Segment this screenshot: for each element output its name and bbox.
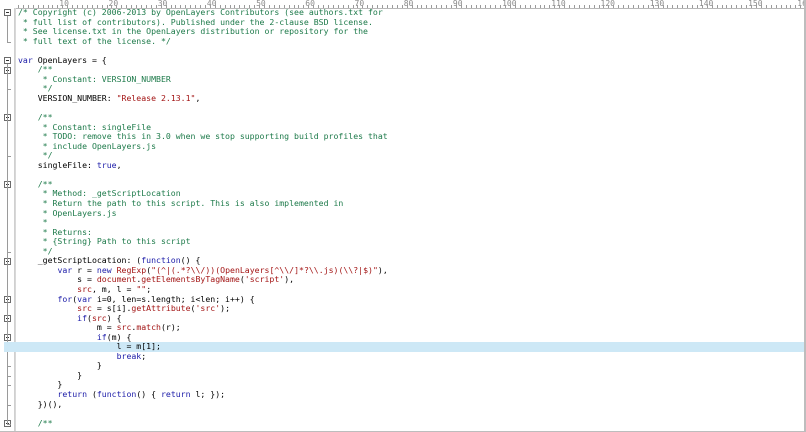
fold-end-marker — [7, 423, 11, 425]
code-line[interactable]: m = src.match(r); — [18, 322, 804, 333]
code-line[interactable]: * OpenLayers.js — [18, 208, 804, 219]
fold-range-line — [7, 16, 8, 42]
code-line[interactable]: break; — [18, 351, 804, 362]
code-line[interactable]: VERSION_NUMBER: "Release 2.13.1", — [18, 93, 804, 104]
code-editor[interactable]: 102030405060708090100110120130140150160 … — [0, 0, 806, 432]
code-line[interactable]: /** — [18, 418, 804, 429]
code-line[interactable]: singleFile: true, — [18, 160, 804, 171]
gutter-divider — [15, 8, 16, 432]
fold-range-line — [7, 63, 8, 424]
code-line[interactable] — [18, 104, 804, 114]
code-line[interactable]: * {String} Path to this script — [18, 236, 804, 247]
code-line[interactable]: * Return the path to this script. This i… — [18, 198, 804, 209]
code-line[interactable]: return (function() { return l; }); — [18, 389, 804, 400]
code-line[interactable]: } — [18, 361, 804, 371]
code-line[interactable]: * — [18, 217, 804, 228]
code-line[interactable]: */ — [18, 150, 804, 161]
code-line[interactable]: * Constant: VERSION_NUMBER — [18, 74, 804, 85]
code-line[interactable]: * include OpenLayers.js — [18, 141, 804, 152]
code-line[interactable] — [18, 170, 804, 180]
code-line[interactable]: })(), — [18, 399, 804, 410]
code-line[interactable]: } — [18, 370, 804, 381]
code-line[interactable]: * full text of the license. */ — [18, 36, 804, 47]
fold-end-marker — [7, 41, 11, 43]
code-line[interactable]: src = s[i].getAttribute('src'); — [18, 303, 804, 314]
code-line[interactable] — [18, 46, 804, 56]
code-line[interactable] — [18, 409, 804, 419]
code-line[interactable]: var OpenLayers = { — [18, 55, 804, 66]
fold-gutter — [0, 8, 15, 432]
